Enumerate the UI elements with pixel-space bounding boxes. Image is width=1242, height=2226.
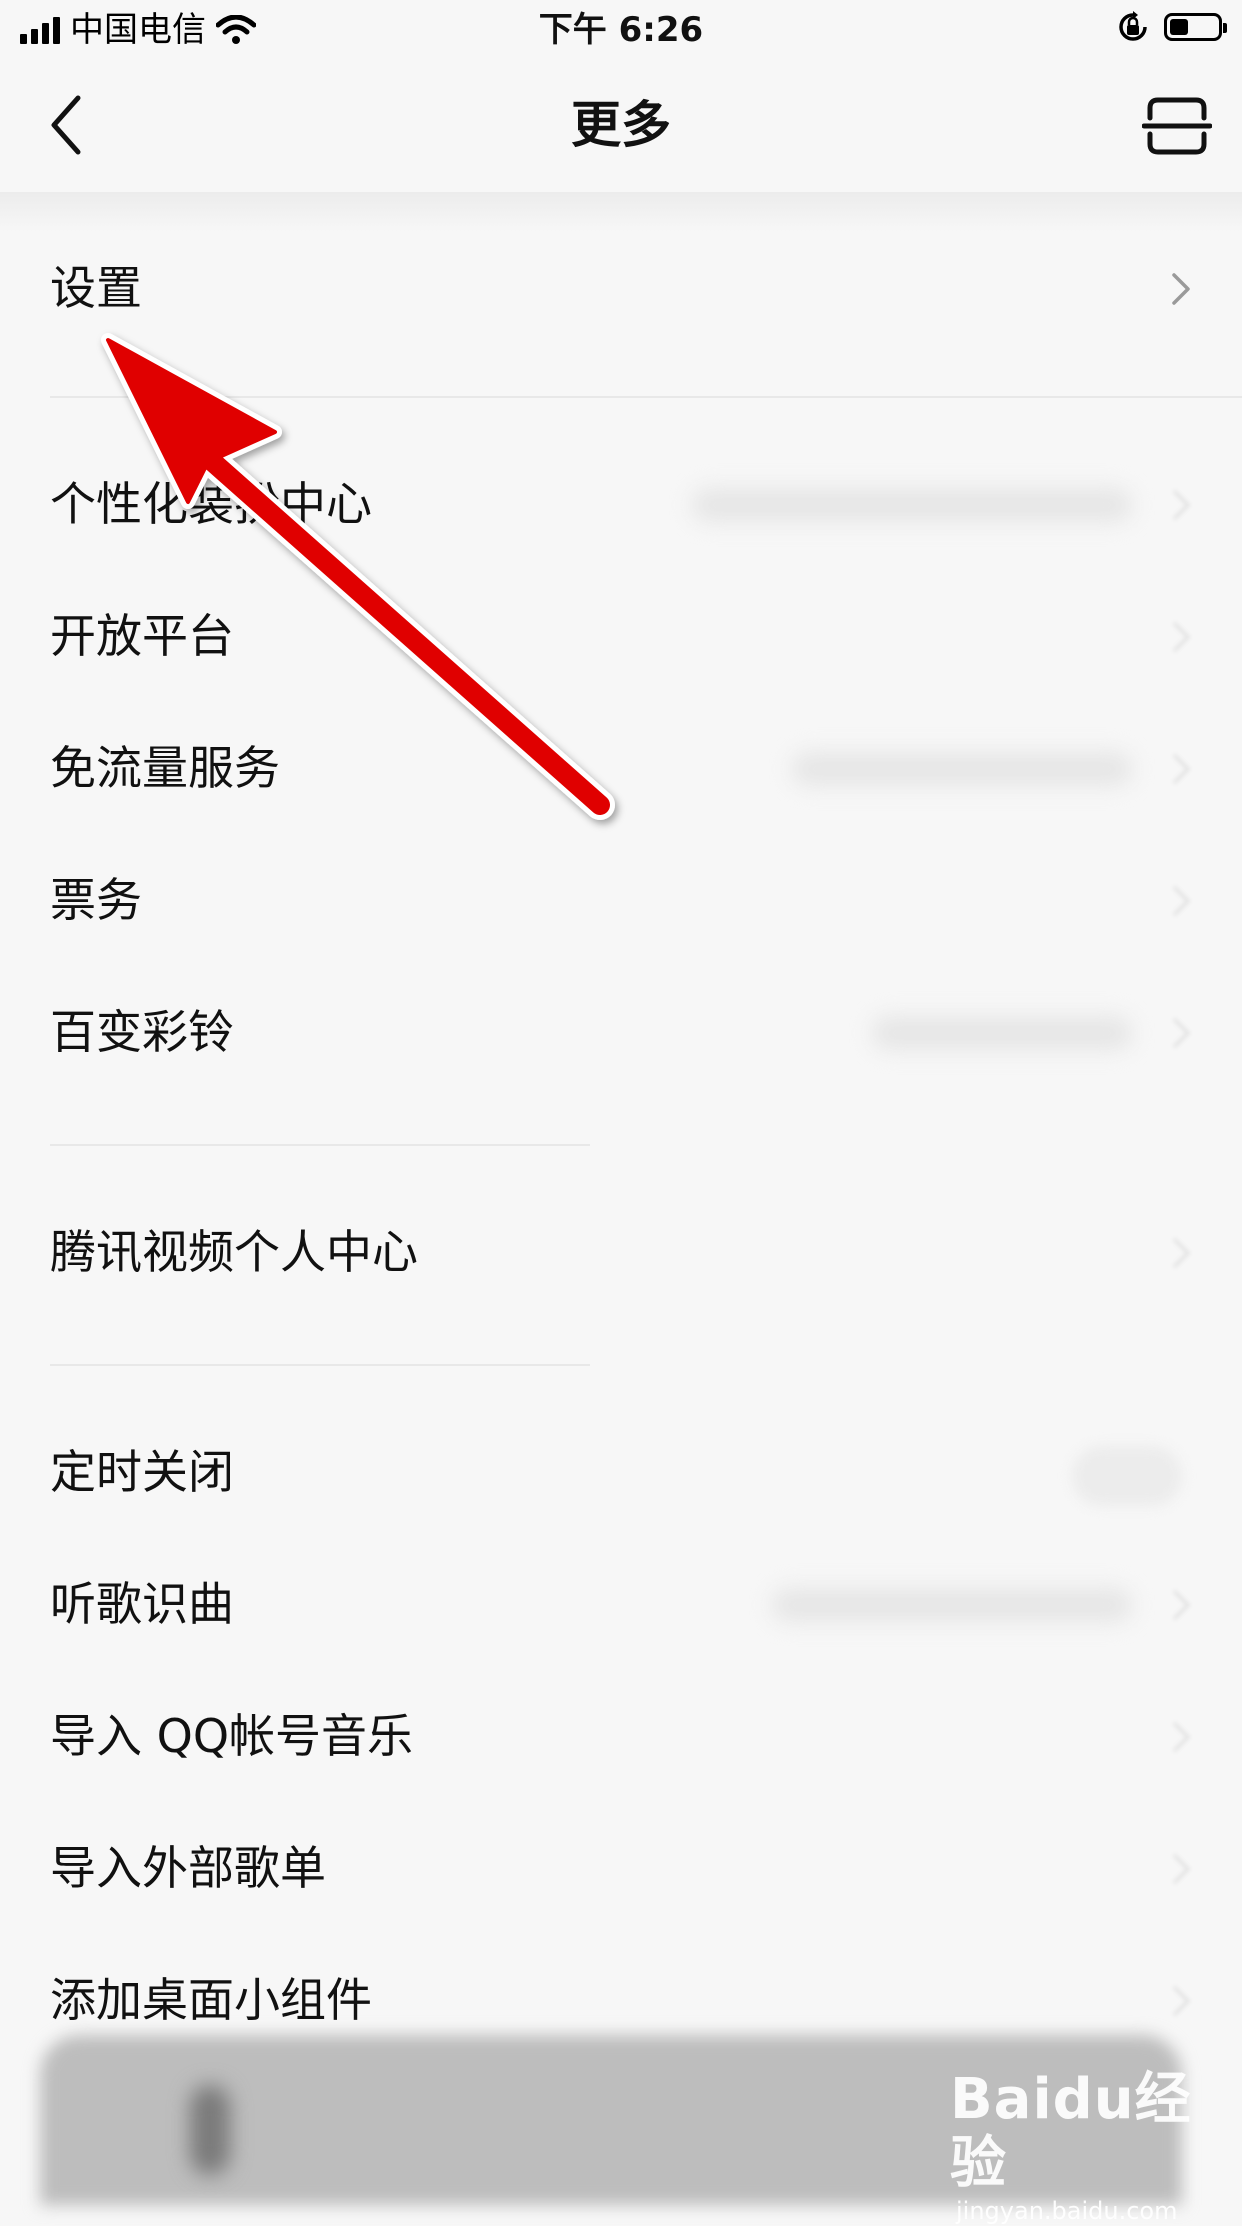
chevron-right-icon	[1172, 489, 1191, 521]
chevron-right-icon	[1172, 1985, 1191, 2017]
blurred-value	[872, 1016, 1132, 1050]
divider	[50, 396, 1242, 398]
menu-item-theme-center[interactable]: 个性化装扮中心	[0, 444, 1242, 564]
menu-item-label: 听歌识曲	[50, 1577, 234, 1631]
baidu-watermark: Baidu经验 jingyan.baidu.com	[950, 2068, 1210, 2226]
menu-item-label: 开放平台	[50, 609, 234, 663]
chevron-right-icon	[1172, 1017, 1191, 1049]
watermark-logo: Baidu经验	[950, 2067, 1192, 2196]
menu-item-label: 免流量服务	[50, 741, 280, 795]
menu-item-song-recognition[interactable]: 听歌识曲	[0, 1544, 1242, 1664]
nav-shadow	[0, 192, 1242, 232]
menu-item-label: 腾讯视频个人中心	[50, 1225, 418, 1279]
status-right	[1116, 10, 1227, 44]
menu-item-label: 百变彩铃	[50, 1005, 234, 1059]
menu-item-label: 设置	[50, 261, 142, 315]
player-cover	[190, 2085, 230, 2175]
menu-item-settings[interactable]: 设置	[0, 228, 1242, 348]
sleep-timer-toggle[interactable]	[1072, 1446, 1182, 1506]
chevron-right-icon	[1172, 1237, 1191, 1269]
watermark-url: jingyan.baidu.com	[956, 2197, 1178, 2225]
chevron-right-icon	[1172, 753, 1191, 785]
page-title: 更多	[571, 96, 671, 154]
menu-item-label: 票务	[50, 873, 142, 927]
chevron-right-icon	[1172, 273, 1190, 305]
menu-item-ringtone[interactable]: 百变彩铃	[0, 972, 1242, 1092]
rotation-lock-icon	[1119, 11, 1147, 41]
battery-icon	[1164, 13, 1227, 41]
chevron-right-icon	[1172, 1721, 1191, 1753]
divider	[50, 1144, 590, 1146]
menu-item-tickets[interactable]: 票务	[0, 840, 1242, 960]
blurred-value	[692, 488, 1132, 522]
chevron-right-icon	[1172, 885, 1191, 917]
menu-item-label: 导入外部歌单	[50, 1841, 326, 1895]
menu-item-data-free[interactable]: 免流量服务	[0, 708, 1242, 828]
blurred-value	[772, 1588, 1132, 1622]
divider	[50, 1364, 590, 1366]
menu-item-open-platform[interactable]: 开放平台	[0, 576, 1242, 696]
chevron-right-icon	[1172, 1589, 1191, 1621]
menu-item-label: 个性化装扮中心	[50, 477, 372, 531]
chevron-right-icon	[1172, 1853, 1191, 1885]
navigation-bar: 更多	[0, 62, 1242, 192]
scan-icon[interactable]	[1142, 96, 1212, 156]
chevron-right-icon	[1172, 621, 1191, 653]
menu-item-import-qq[interactable]: 导入 QQ帐号音乐	[0, 1676, 1242, 1796]
menu-item-import-playlist[interactable]: 导入外部歌单	[0, 1808, 1242, 1928]
status-bar: 中国电信 下午 6:26	[0, 0, 1242, 62]
menu-item-label: 导入 QQ帐号音乐	[50, 1709, 414, 1763]
menu-item-label: 定时关闭	[50, 1445, 234, 1499]
blurred-value	[792, 752, 1132, 786]
menu-item-sleep-timer[interactable]: 定时关闭	[0, 1412, 1242, 1532]
menu-item-tencent-video[interactable]: 腾讯视频个人中心	[0, 1192, 1242, 1312]
status-time: 下午 6:26	[538, 10, 704, 50]
